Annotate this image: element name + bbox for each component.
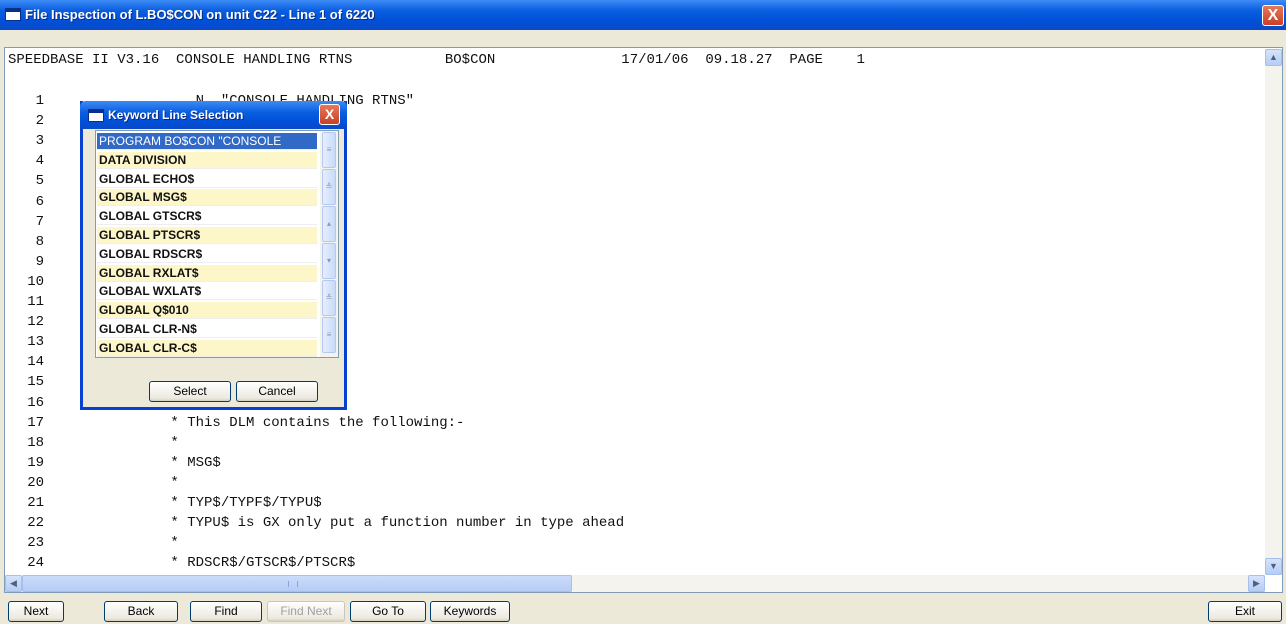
line-number: 22 (27, 515, 44, 532)
line-number: 16 (27, 394, 44, 411)
dialog-app-icon (88, 109, 104, 122)
line-number: 10 (27, 273, 44, 290)
line-number: 4 (35, 153, 44, 170)
listbox-scrollbar[interactable]: ≡ ≙ ▴ ▾ ≚ ≡ (320, 131, 338, 357)
keyword-list-item[interactable]: GLOBAL PTSCR$ (97, 227, 317, 244)
window-app-icon (5, 8, 21, 21)
listing-line: 17 * This DLM contains the following:- (8, 414, 464, 432)
line-number: 5 (35, 173, 44, 190)
keyword-list-item[interactable]: PROGRAM BO$CON "CONSOLE (97, 133, 317, 150)
line-text: * TYPU$ is GX only put a function number… (78, 515, 625, 532)
listing-line: 22 * TYPU$ is GX only put a function num… (8, 514, 624, 532)
vertical-scrollbar[interactable]: ▲ ▼ (1265, 49, 1282, 575)
line-number: 13 (27, 334, 44, 351)
listbox-scroll-page-down-icon[interactable]: ≚ (322, 280, 336, 316)
keyword-dialog-titlebar: Keyword Line Selection X (80, 101, 347, 129)
line-text: * TYP$/TYPF$/TYPU$ (78, 495, 322, 511)
line-text: * (78, 474, 179, 491)
listing-header: SPEEDBASE II V3.16 CONSOLE HANDLING RTNS… (8, 52, 865, 68)
listing-line: 23 * (8, 534, 179, 552)
back-button[interactable]: Back (104, 601, 178, 622)
line-number: 18 (27, 434, 44, 451)
line-number: 9 (35, 253, 44, 270)
scroll-left-icon[interactable]: ◀ (5, 575, 22, 592)
go-to-button[interactable]: Go To (350, 601, 426, 622)
line-number: 24 (27, 555, 44, 572)
cancel-button[interactable]: Cancel (236, 381, 318, 402)
listbox-scroll-bottom-icon[interactable]: ≡ (322, 317, 336, 353)
listbox-scroll-page-up-icon[interactable]: ≙ (322, 169, 336, 205)
horizontal-scroll-thumb[interactable] (22, 575, 572, 592)
window-title: File Inspection of L.BO$CON on unit C22 … (25, 7, 375, 22)
line-number: 12 (27, 314, 44, 331)
keyword-list-item[interactable]: GLOBAL CLR-C$ (97, 339, 317, 357)
line-number: 23 (27, 535, 44, 552)
line-number: 17 (27, 414, 44, 431)
line-number: 6 (35, 193, 44, 210)
line-number: 21 (27, 495, 44, 511)
select-button[interactable]: Select (149, 381, 231, 402)
exit-button[interactable]: Exit (1208, 601, 1282, 622)
line-number: 15 (27, 374, 44, 391)
listing-line: 3 (8, 132, 78, 150)
listing-line: 18 * (8, 434, 179, 452)
listing-line: 20 * (8, 474, 179, 492)
find-next-button[interactable]: Find Next (267, 601, 345, 622)
keyword-list-item[interactable]: DATA DIVISION (97, 151, 317, 169)
next-button[interactable]: Next (8, 601, 64, 622)
keyword-list-item[interactable]: GLOBAL MSG$ (97, 189, 317, 207)
line-number: 2 (35, 113, 44, 130)
line-number: 8 (35, 233, 44, 250)
listing-line: 19 * MSG$ (8, 454, 221, 472)
line-number: 1 (35, 93, 44, 109)
keyword-list-item[interactable]: GLOBAL RXLAT$ (97, 264, 317, 282)
line-number: 7 (35, 213, 44, 230)
line-text: * This DLM contains the following:- (78, 414, 465, 431)
line-number: 3 (35, 133, 44, 150)
line-text: * MSG$ (78, 454, 221, 471)
window-titlebar: File Inspection of L.BO$CON on unit C22 … (0, 0, 1286, 30)
line-text: * (78, 434, 179, 451)
listing-line: 24 * RDSCR$/GTSCR$/PTSCR$ (8, 554, 355, 572)
horizontal-scrollbar[interactable]: ◀ ▶ (5, 575, 1265, 592)
line-text: * (78, 535, 179, 552)
keyword-list-item[interactable]: GLOBAL GTSCR$ (97, 208, 317, 226)
listing-line: 12 (8, 313, 78, 331)
keyword-dialog-title: Keyword Line Selection (108, 108, 244, 122)
line-number: 19 (27, 454, 44, 471)
listing-line: 16 (8, 394, 78, 412)
keyword-list-item[interactable]: GLOBAL WXLAT$ (97, 283, 317, 301)
keyword-list-item[interactable]: GLOBAL RDSCR$ (97, 245, 317, 263)
listbox-scroll-up-icon[interactable]: ▴ (322, 206, 336, 242)
keyword-list-item[interactable]: GLOBAL ECHO$ (97, 170, 317, 188)
listing-line: 4 (8, 152, 78, 170)
window-close-button[interactable]: X (1262, 5, 1284, 26)
listbox-scroll-top-icon[interactable]: ≡ (322, 132, 336, 168)
listing-line: 21 * TYP$/TYPF$/TYPU$ (8, 494, 322, 512)
line-text: * RDSCR$/GTSCR$/PTSCR$ (78, 555, 356, 572)
line-number: 20 (27, 474, 44, 491)
keyword-list-item[interactable]: GLOBAL Q$010 (97, 302, 317, 320)
keyword-listbox[interactable]: PROGRAM BO$CON "CONSOLE DATA DIVISION GLOB… (95, 130, 339, 358)
scroll-up-icon[interactable]: ▲ (1265, 49, 1282, 66)
line-number: 11 (27, 294, 44, 310)
find-button[interactable]: Find (190, 601, 262, 622)
scroll-right-icon[interactable]: ▶ (1248, 575, 1265, 592)
listbox-scroll-down-icon[interactable]: ▾ (322, 243, 336, 279)
keyword-list-item[interactable]: GLOBAL CLR-N$ (97, 321, 317, 338)
scroll-down-icon[interactable]: ▼ (1265, 558, 1282, 575)
line-number: 14 (27, 354, 44, 371)
listing-line: 2 (8, 112, 78, 130)
dialog-close-button[interactable]: X (319, 104, 340, 125)
keywords-button[interactable]: Keywords (430, 601, 510, 622)
listing-line: 13 (8, 333, 78, 351)
